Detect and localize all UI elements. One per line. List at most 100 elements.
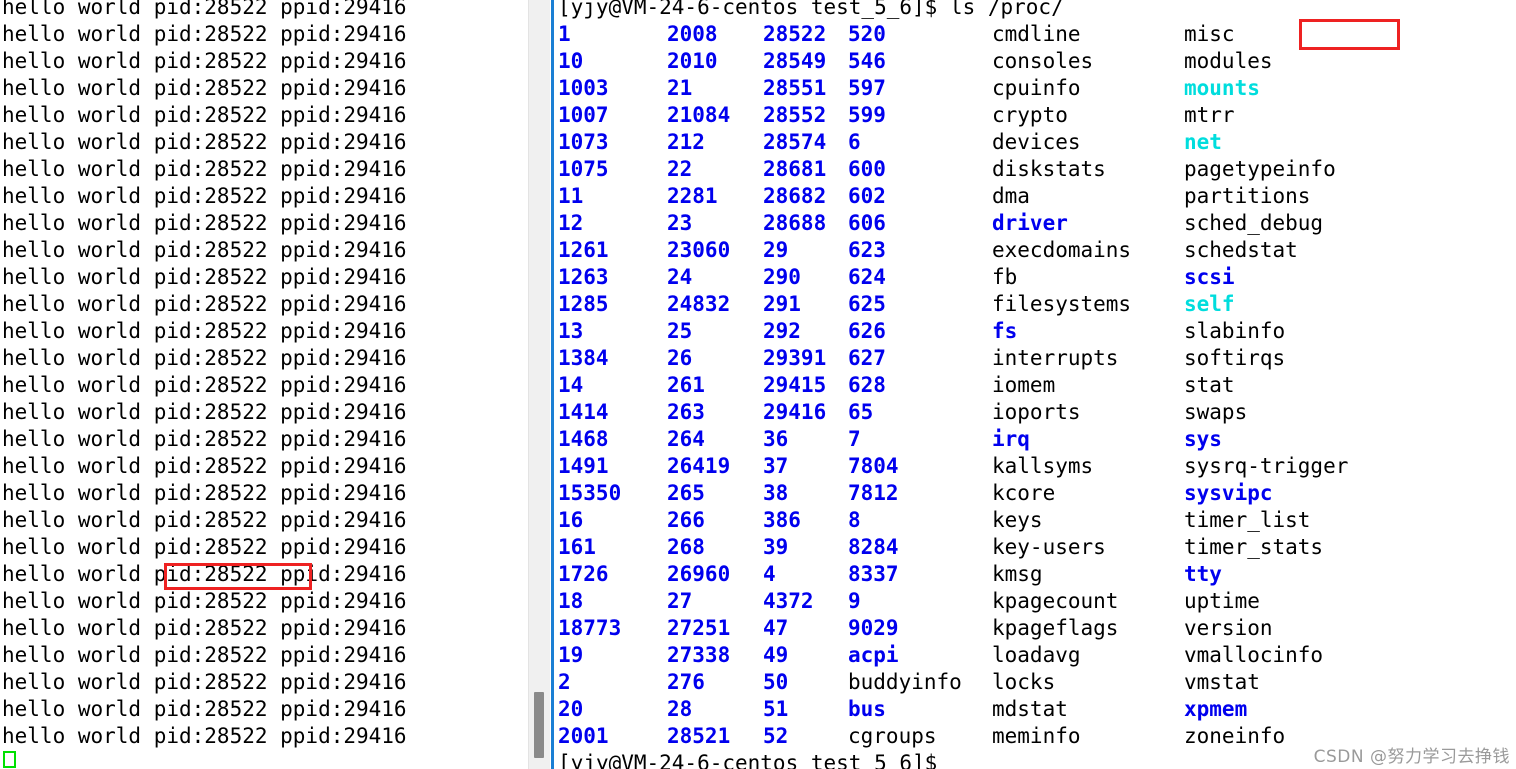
ls-entry: 290 <box>763 265 801 289</box>
ls-entry: 65 <box>848 400 874 424</box>
ls-entry: 546 <box>848 49 886 73</box>
ls-row: 18 27 4372 9 kpagecount uptime <box>558 588 1260 615</box>
ls-entry: 23060 <box>667 238 731 262</box>
ls-entry: 1491 <box>558 454 609 478</box>
ls-entry: 8337 <box>848 562 899 586</box>
ls-row: 11 2281 28682 602 dma partitions <box>558 183 1310 210</box>
ls-entry: 11 <box>558 184 584 208</box>
ls-entry: 263 <box>667 400 705 424</box>
ls-row: 13 25 292 626 fs slabinfo <box>558 318 1285 345</box>
ls-row: 1261 23060 29 623 execdomains schedstat <box>558 237 1298 264</box>
ls-entry: meminfo <box>992 724 1081 748</box>
ls-entry: cpuinfo <box>992 76 1081 100</box>
ls-entry: stat <box>1184 373 1235 397</box>
ls-entry: 12 <box>558 211 584 235</box>
ls-entry: zoneinfo <box>1184 724 1286 748</box>
ls-entry: fb <box>992 265 1018 289</box>
ls-entry: mtrr <box>1184 103 1235 127</box>
ls-entry: 1003 <box>558 76 609 100</box>
ls-entry: 38 <box>763 481 789 505</box>
ls-entry: misc <box>1184 22 1235 46</box>
ls-entry: tty <box>1184 562 1222 586</box>
ls-row: 1003 21 28551 597 cpuinfo mounts <box>558 75 1260 102</box>
ls-entry: 1073 <box>558 130 609 154</box>
ls-entry: 29415 <box>763 373 827 397</box>
ls-entry: 29 <box>763 238 789 262</box>
ls-entry: 51 <box>763 697 789 721</box>
ls-entry: timer_list <box>1184 508 1311 532</box>
ls-entry: devices <box>992 130 1081 154</box>
ls-entry: 28521 <box>667 724 731 748</box>
ls-entry: vmstat <box>1184 670 1260 694</box>
vertical-scrollbar[interactable] <box>528 0 550 769</box>
ls-row: 2001 28521 52 cgroups meminfo zoneinfo <box>558 723 1285 750</box>
ls-entry: 7804 <box>848 454 899 478</box>
ls-proc-pane[interactable]: [yjy@VM-24-6-centos test_5_6]$ ls /proc/… <box>554 0 1516 769</box>
output-line: hello world pid:28522 ppid:29416 <box>2 697 407 721</box>
ls-entry: kcore <box>992 481 1056 505</box>
ls-entry: 2 <box>558 670 571 694</box>
ls-entry: interrupts <box>992 346 1119 370</box>
ls-entry: 261 <box>667 373 705 397</box>
ls-entry: 520 <box>848 22 886 46</box>
ls-entry: 26960 <box>667 562 731 586</box>
output-line: hello world pid:28522 ppid:29416 <box>2 562 407 586</box>
ls-entry: 8284 <box>848 535 899 559</box>
output-line: hello world pid:28522 ppid:29416 <box>2 184 407 208</box>
ls-entry: partitions <box>1184 184 1311 208</box>
ls-entry: key-users <box>992 535 1106 559</box>
ls-entry: 1468 <box>558 427 609 451</box>
ls-entry: 15350 <box>558 481 622 505</box>
ls-entry: 23 <box>667 211 693 235</box>
ls-entry: 8 <box>848 508 861 532</box>
ls-row: 1414 263 29416 65 ioports swaps <box>558 399 1247 426</box>
ls-entry: 4372 <box>763 589 814 613</box>
program-output-lines: hello world pid:28522 ppid:29416 hello wo… <box>2 0 407 750</box>
ls-entry: self <box>1184 292 1235 316</box>
ls-entry: 1414 <box>558 400 609 424</box>
ls-row: 1285 24832 291 625 filesystems self <box>558 291 1235 318</box>
ls-entry: 626 <box>848 319 886 343</box>
ls-entry: 212 <box>667 130 705 154</box>
output-line: hello world pid:28522 ppid:29416 <box>2 130 407 154</box>
ls-row: 1491 26419 37 7804 kallsyms sysrq-trigger <box>558 453 1348 480</box>
ls-entry: 625 <box>848 292 886 316</box>
scrollbar-thumb[interactable] <box>534 692 544 758</box>
ls-entry: 24 <box>667 265 693 289</box>
output-line: hello world pid:28522 ppid:29416 <box>2 292 407 316</box>
ls-row: 20 28 51 bus mdstat xpmem <box>558 696 1247 723</box>
output-line: hello world pid:28522 ppid:29416 <box>2 481 407 505</box>
ls-entry: irq <box>992 427 1030 451</box>
ls-entry: 1007 <box>558 103 609 127</box>
ls-entry: kpagecount <box>992 589 1119 613</box>
ls-entry: kmsg <box>992 562 1043 586</box>
output-line: hello world pid:28522 ppid:29416 <box>2 670 407 694</box>
ls-entry: 161 <box>558 535 596 559</box>
ls-entry: 47 <box>763 616 789 640</box>
ls-entry: 21 <box>667 76 693 100</box>
ls-row: 12 23 28688 606 driver sched_debug <box>558 210 1323 237</box>
ls-row: 1726 26960 4 8337 kmsg tty <box>558 561 1222 588</box>
ls-entry: 28551 <box>763 76 827 100</box>
pid-highlight-box-right <box>1299 19 1400 50</box>
ls-entry: 28688 <box>763 211 827 235</box>
program-output-pane[interactable]: hello world pid:28522 ppid:29416 hello wo… <box>0 0 528 769</box>
ls-entry: 28682 <box>763 184 827 208</box>
ls-entry: 4 <box>763 562 776 586</box>
ls-entry: 1 <box>558 22 571 46</box>
ls-entry: 600 <box>848 157 886 181</box>
output-line: hello world pid:28522 ppid:29416 <box>2 0 407 19</box>
ls-entry: 29416 <box>763 400 827 424</box>
ls-entry: 14 <box>558 373 584 397</box>
ls-entry: 39 <box>763 535 789 559</box>
ls-entry: 264 <box>667 427 705 451</box>
ls-proc-content: [yjy@VM-24-6-centos test_5_6]$ ls /proc/… <box>558 0 1348 769</box>
ls-entry: 28549 <box>763 49 827 73</box>
ls-entry: 1285 <box>558 292 609 316</box>
ls-entry: 26 <box>667 346 693 370</box>
ls-entry: 27338 <box>667 643 731 667</box>
output-line: hello world pid:28522 ppid:29416 <box>2 238 407 262</box>
ls-entry: 19 <box>558 643 584 667</box>
ls-entry: 597 <box>848 76 886 100</box>
ls-entry: sched_debug <box>1184 211 1324 235</box>
